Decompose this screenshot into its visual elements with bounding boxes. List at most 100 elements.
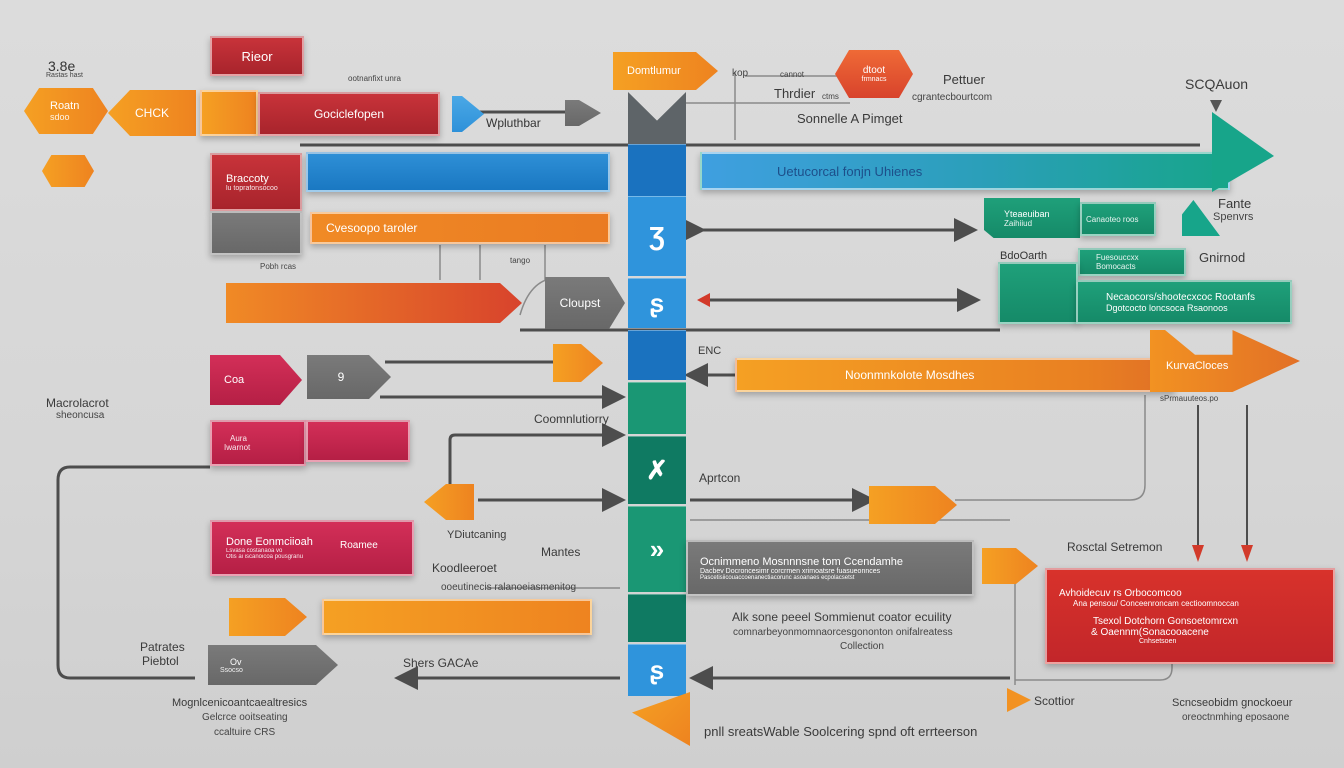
aura-box[interactable]: Aura Iwarnot — [210, 420, 306, 466]
red-info-panel[interactable]: Avhoidecuv rs Orbocomcoo Ana pensou/ Con… — [1045, 568, 1335, 664]
apprin-label: Aprtcon — [699, 471, 741, 485]
ov-sub: Ssocso — [220, 666, 243, 674]
kood-label: Koodleeroet — [432, 561, 497, 575]
green-box-4-line1: Necaocors/shootecxcoc Rootanfs — [1106, 291, 1255, 303]
magn-line2: Gelcrce ooitseating — [202, 712, 288, 723]
alk-line2: comnarbeyonmomnaorcesgononton onifalreat… — [733, 627, 953, 638]
click-arrow-label: CHCK — [134, 106, 169, 120]
alk-line1: Alk sone peeel Sommienut coator ecuility — [732, 610, 952, 624]
spine-glyph-icon: ✗ — [646, 455, 668, 485]
cloupst-label: Cloupst — [559, 296, 601, 310]
spine-segment[interactable] — [628, 382, 686, 434]
done-box-tag: Roamee — [340, 540, 378, 551]
patrates-label: Patrates — [140, 640, 185, 654]
pettuer-label: Pettuer — [943, 72, 985, 87]
green-box-4-line2: Dgotcocto loncsoca Rsaonoos — [1106, 302, 1228, 313]
crimson-wide-box[interactable] — [306, 420, 410, 462]
start-hexagon[interactable]: Roatn sdoo — [24, 88, 108, 134]
sqa-label: SCQAuon — [1185, 76, 1249, 92]
blue-bar[interactable] — [306, 152, 610, 192]
green-box-3-title: Fuesouccxx — [1096, 253, 1139, 262]
orange-red-arrow[interactable] — [226, 283, 522, 323]
red-hexagon-sub: frmnacs — [861, 76, 887, 83]
reat-box-label: Rieor — [241, 48, 273, 64]
grey-panel-line2: Pascetisiicouaccoenanectiacorunc asoanae… — [700, 574, 855, 581]
gnirnod-label: Gnirnod — [1199, 250, 1246, 265]
fante-sub: Spenvrs — [1213, 211, 1254, 223]
brov-box-title: Braccoty — [226, 172, 269, 185]
scr-line2: oreoctnmhing eposaone — [1182, 712, 1290, 723]
start-hexagon-sub: sdoo — [50, 112, 70, 122]
thr-label: Thrdier — [774, 86, 816, 101]
connector-loop-left — [56, 465, 210, 680]
spine-glyph-icon: Ʒ — [649, 221, 665, 251]
red-panel-line3: Tsexol Dotchorn Gonsoetomrcxn — [1093, 615, 1239, 627]
red-panel-line4: & Oaennm(Sonacooacene — [1091, 626, 1209, 638]
spine-segment[interactable]: ✗ — [628, 436, 686, 504]
enc-label: ENC — [698, 345, 722, 357]
bottom-orange-bar[interactable] — [322, 599, 592, 635]
macro-sub: sheoncusa — [56, 410, 105, 421]
teal-arrow-bar[interactable]: Uetucorcal fonjn Uhienes — [700, 152, 1230, 190]
green-box-3[interactable]: Fuesouccxx Bomocacts — [1078, 248, 1186, 276]
brov-box[interactable]: Braccoty lu toprafonsocoo — [210, 153, 302, 211]
grey-info-panel[interactable]: Ocnimmeno Mosnnnsne tom Ccendamhe Dacbev… — [686, 540, 974, 596]
spine-segment[interactable]: Ʒ — [628, 196, 686, 276]
shers-label: Shers GACAe — [403, 656, 479, 670]
dom-tag[interactable]: Domtlumur — [613, 52, 718, 90]
green-box-1-title: Yteaeuiban — [1004, 208, 1050, 219]
red-arrowhead-left — [697, 293, 710, 307]
reat-box[interactable]: Rieor — [210, 36, 304, 76]
green-box-1[interactable]: Yteaeuiban Zaihiiud — [984, 198, 1080, 238]
green-square[interactable] — [998, 262, 1078, 324]
orange-step-box[interactable] — [200, 90, 258, 136]
small-hexagon[interactable] — [42, 155, 94, 187]
done-box[interactable]: Done Eonmciioah Lsvasa costanaoa vo Otis… — [210, 520, 414, 576]
spine-segment[interactable]: ʂ — [628, 644, 686, 696]
done-box-line2: Otis ai iscanoicoa pousgranu — [226, 554, 304, 560]
brov-box-sub: lu toprafonsocoo — [226, 184, 278, 192]
gocle-box[interactable]: Gociclefopen — [258, 92, 440, 136]
grey-box[interactable] — [210, 211, 302, 255]
posh-label: Pobh rcas — [260, 262, 297, 271]
coa-label: Coa — [224, 374, 245, 386]
spine-segment[interactable] — [628, 144, 686, 196]
green-box-2-sub: Canaoteo roos — [1086, 214, 1139, 224]
pnli-line: pnll sreatsWable Soolcering spnd oft err… — [704, 724, 978, 739]
red-panel-line1: Avhoidecuv rs Orbocomcoo — [1059, 587, 1182, 599]
roncal-label: Rosctal Setremon — [1067, 540, 1163, 554]
red-arrowhead-down-2 — [1241, 545, 1253, 562]
magn-line1: Mognlcenicoantcaealtresics — [172, 697, 308, 709]
mantes-label: Mantes — [541, 545, 581, 559]
orange-bar[interactable]: Cvesoopo taroler — [310, 212, 610, 244]
scr-line1: Scncseobidm gnockoeur — [1172, 697, 1293, 709]
cool-sub: ooeutinecis ralanoeiasmenitog — [441, 582, 577, 593]
done-box-title: Done Eonmciioah — [226, 536, 313, 548]
green-box-4[interactable]: Necaocors/shootecxcoc Rootanfs Dgotcocto… — [1076, 280, 1292, 324]
red-hexagon[interactable]: dtoot frmnacs — [835, 50, 913, 98]
macro-label: Macrolacrot — [46, 396, 109, 410]
connector-label: kop — [732, 68, 749, 79]
ov-arrow[interactable]: Ov Ssocso — [208, 645, 338, 685]
bdo-label: BdoOarth — [1000, 250, 1048, 262]
teal-arrow-label: Uetucorcal fonjn Uhienes — [777, 163, 923, 179]
cloupst-box[interactable]: Cloupst — [545, 277, 625, 329]
red-arrowhead-down-1 — [1192, 545, 1204, 562]
spine-segment[interactable] — [628, 330, 686, 380]
alk-line3: Collection — [840, 641, 884, 652]
orange-bar-label: Cvesoopo taroler — [326, 221, 418, 235]
kurnac-label: KurvaCloces — [1166, 360, 1229, 372]
orange-long-arrow[interactable]: Noonmnkolote Mosdhes — [735, 358, 1175, 392]
start-hexagon-title: Roatn — [50, 100, 80, 112]
aura-box-title: Aura — [230, 434, 247, 443]
green-box-1-sub: Zaihiiud — [1004, 218, 1033, 228]
green-box-3-sub: Bomocacts — [1096, 262, 1136, 271]
spine-segment[interactable]: ʂ — [628, 278, 686, 328]
thr-sub: ctms — [822, 92, 839, 101]
red-panel-line5: Cnhsetsoen — [1139, 637, 1177, 645]
spine-segment[interactable]: » — [628, 506, 686, 592]
spine-segment[interactable] — [628, 594, 686, 642]
version-sub: Rastas hast — [46, 72, 83, 79]
green-box-2[interactable]: Canaoteo roos — [1080, 202, 1156, 236]
pettuer-sub: cgrantecbourtcom — [912, 92, 993, 103]
